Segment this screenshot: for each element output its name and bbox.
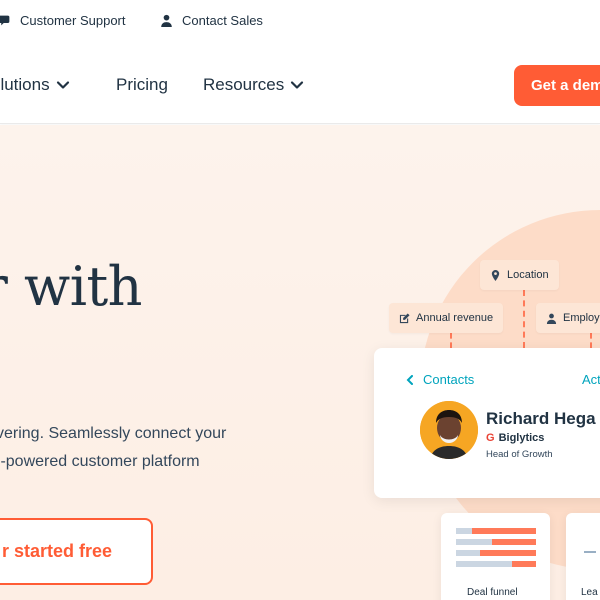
funnel-bar bbox=[456, 550, 536, 556]
company-row: G Biglytics bbox=[486, 432, 544, 444]
deal-funnel-card: Deal funnel bbox=[441, 513, 550, 600]
hero-body-line: vering. Seamlessly connect your bbox=[0, 425, 227, 442]
person-photo-icon bbox=[420, 401, 478, 459]
contact-role: Head of Growth bbox=[486, 449, 553, 460]
chevron-down-icon bbox=[291, 81, 304, 89]
customer-support-link[interactable]: Customer Support bbox=[0, 13, 126, 28]
contacts-back-link[interactable]: Contacts bbox=[406, 372, 474, 387]
main-nav: olutions Pricing Resources Get a dem bbox=[0, 44, 600, 124]
avatar bbox=[420, 401, 478, 459]
nav-pricing-label: Pricing bbox=[116, 75, 168, 94]
funnel-bar-fill bbox=[492, 539, 536, 545]
funnel-bar bbox=[456, 528, 536, 534]
nav-solutions-label: olutions bbox=[0, 75, 50, 94]
lead-card-label: Lea bbox=[581, 587, 598, 598]
hero-body-text: vering. Seamlessly connect your I-powere… bbox=[0, 420, 296, 476]
contacts-back-label: Contacts bbox=[423, 372, 475, 387]
nav-resources-label: Resources bbox=[203, 75, 285, 94]
edit-icon bbox=[399, 312, 410, 323]
employees-tag-label: Employ bbox=[563, 312, 600, 324]
contact-sales-link[interactable]: Contact Sales bbox=[160, 13, 263, 28]
actions-link[interactable]: Act bbox=[582, 372, 600, 387]
lead-card: Lea bbox=[566, 513, 600, 600]
location-tag-label: Location bbox=[507, 269, 549, 281]
hero-section: r with vering. Seamlessly connect your I… bbox=[0, 125, 600, 600]
hero-body-line: I-powered customer platform bbox=[0, 453, 200, 470]
funnel-bar-fill bbox=[480, 550, 536, 556]
employees-tag: Employ bbox=[536, 303, 600, 333]
person-icon bbox=[161, 14, 172, 27]
deal-funnel-label: Deal funnel bbox=[467, 587, 518, 598]
chevron-left-icon bbox=[406, 374, 413, 385]
get-demo-button[interactable]: Get a dem bbox=[514, 65, 600, 106]
funnel-bar bbox=[456, 539, 536, 545]
utility-bar: Customer Support Contact Sales bbox=[0, 0, 600, 44]
annual-revenue-tag-label: Annual revenue bbox=[416, 312, 494, 324]
chevron-down-icon bbox=[56, 81, 69, 89]
person-icon bbox=[546, 313, 557, 324]
contact-card: Contacts Act Richard Hega G Biglytics He… bbox=[374, 348, 600, 498]
annual-revenue-tag: Annual revenue bbox=[389, 303, 504, 333]
funnel-bar-fill bbox=[472, 528, 536, 534]
nav-pricing[interactable]: Pricing bbox=[116, 75, 168, 95]
customer-support-label: Customer Support bbox=[20, 13, 126, 28]
company-logo-icon: G bbox=[486, 432, 495, 444]
company-name: Biglytics bbox=[498, 432, 545, 444]
chat-bubble-icon bbox=[0, 15, 10, 26]
get-started-button[interactable]: r started free bbox=[0, 518, 153, 585]
hero-headline: r with bbox=[0, 255, 142, 318]
connector-line bbox=[590, 333, 592, 348]
connector-line bbox=[523, 290, 525, 348]
location-tag: Location bbox=[480, 260, 559, 290]
nav-resources[interactable]: Resources bbox=[203, 75, 304, 95]
contact-name: Richard Hega bbox=[486, 409, 596, 428]
nav-solutions[interactable]: olutions bbox=[0, 75, 70, 95]
contact-sales-label: Contact Sales bbox=[182, 13, 263, 28]
funnel-bar-fill bbox=[512, 561, 536, 567]
connector-line bbox=[450, 333, 452, 348]
map-pin-icon bbox=[491, 269, 500, 281]
lead-chart-line bbox=[584, 551, 596, 553]
funnel-bar bbox=[456, 561, 536, 567]
